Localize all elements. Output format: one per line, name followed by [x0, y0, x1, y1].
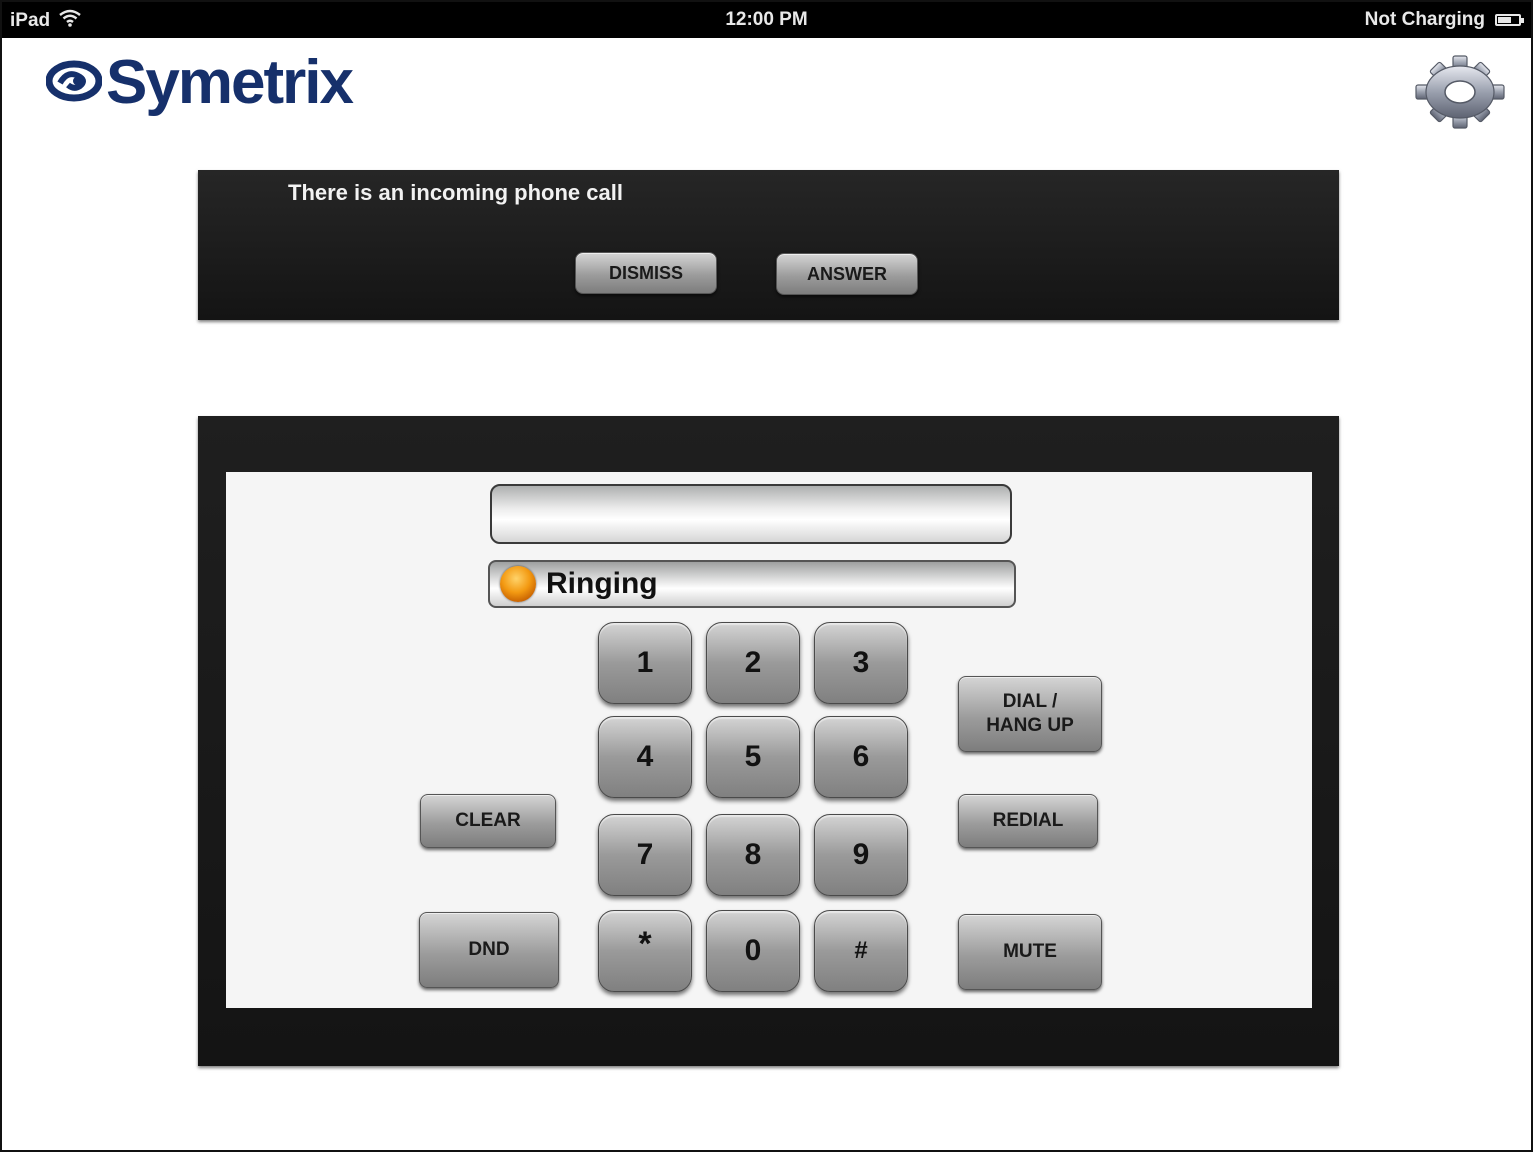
status-led-icon	[500, 566, 536, 602]
key-6[interactable]: 6	[814, 716, 908, 798]
key-star[interactable]: *	[598, 910, 692, 992]
symetrix-logo: Symetrix	[45, 48, 354, 118]
phone-panel: Ringing 1 2 3 4 5 6 7 8 9 * 0 # CLEAR DN…	[198, 416, 1339, 1066]
swirl-logo-icon	[45, 59, 103, 108]
ipad-screen: iPad 12:00 PM Not Charging Symetrix Ther…	[0, 0, 1533, 1152]
status-bar: iPad 12:00 PM Not Charging	[2, 2, 1531, 38]
key-3[interactable]: 3	[814, 622, 908, 704]
call-status-text: Ringing	[546, 567, 658, 600]
dial-hangup-button[interactable]: DIAL / HANG UP	[958, 676, 1102, 752]
key-8[interactable]: 8	[706, 814, 800, 896]
key-0[interactable]: 0	[706, 910, 800, 992]
key-1[interactable]: 1	[598, 622, 692, 704]
mute-button[interactable]: MUTE	[958, 914, 1102, 990]
key-5[interactable]: 5	[706, 716, 800, 798]
status-bar-right: Not Charging	[1364, 9, 1524, 31]
incoming-call-notification: There is an incoming phone call DISMISS …	[198, 170, 1339, 320]
dnd-button[interactable]: DND	[419, 912, 559, 988]
clock: 12:00 PM	[725, 9, 808, 30]
key-4[interactable]: 4	[598, 716, 692, 798]
clear-button[interactable]: CLEAR	[420, 794, 556, 848]
key-7[interactable]: 7	[598, 814, 692, 896]
gear-icon[interactable]	[1412, 54, 1508, 130]
answer-button[interactable]: ANSWER	[776, 253, 918, 295]
battery-icon	[1495, 14, 1524, 26]
battery-status-label: Not Charging	[1364, 9, 1485, 30]
key-9[interactable]: 9	[814, 814, 908, 896]
dial-hangup-label-line2: HANG UP	[986, 715, 1074, 736]
phone-dialer: Ringing 1 2 3 4 5 6 7 8 9 * 0 # CLEAR DN…	[226, 472, 1312, 1008]
redial-button[interactable]: REDIAL	[958, 794, 1098, 848]
dial-number-field[interactable]	[490, 484, 1012, 544]
logo-text: Symetrix	[106, 48, 354, 117]
call-status-display: Ringing	[488, 560, 1016, 608]
key-2[interactable]: 2	[706, 622, 800, 704]
dial-hangup-label-line1: DIAL /	[1002, 691, 1058, 712]
notification-message: There is an incoming phone call	[288, 180, 623, 205]
dismiss-button[interactable]: DISMISS	[575, 252, 717, 294]
key-hash[interactable]: #	[814, 910, 908, 992]
